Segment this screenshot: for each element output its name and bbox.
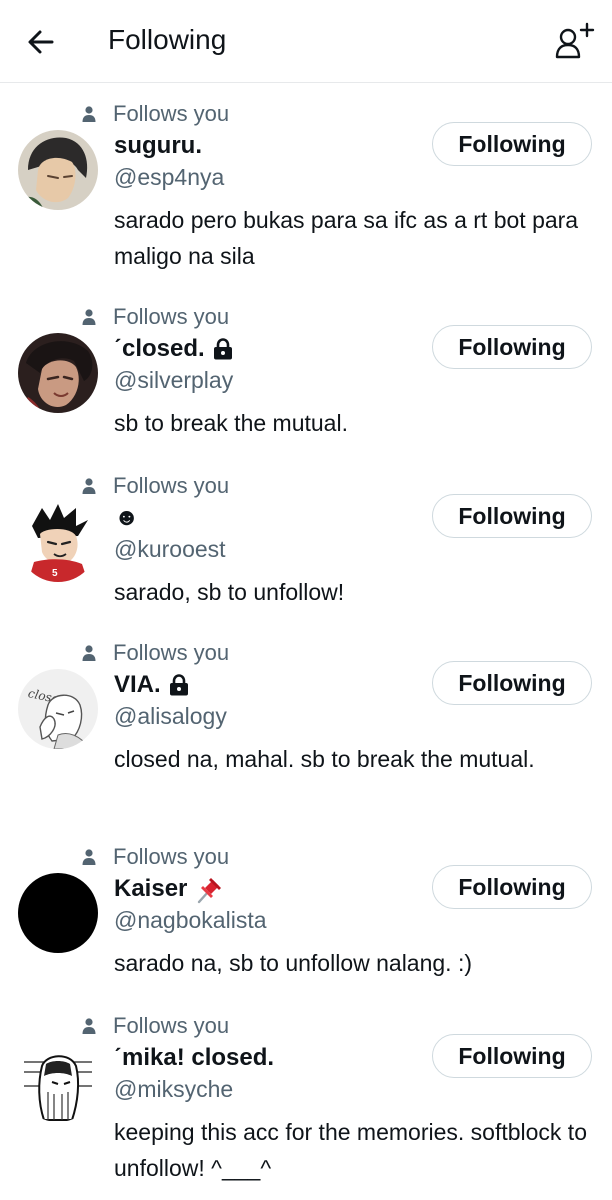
avatar[interactable]: [18, 130, 98, 210]
bio: sarado, sb to unfollow!: [114, 579, 345, 605]
avatar[interactable]: [18, 333, 98, 413]
user-row-kurooest[interactable]: Follows you 5 ☻ @kurooest sarado, sb to …: [0, 472, 612, 612]
follows-you-label: Follows you: [113, 304, 230, 329]
back-button[interactable]: [22, 22, 62, 62]
user-row-esp4nya[interactable]: Follows you suguru. @esp4nya sarado pero…: [0, 100, 612, 275]
lock-icon: [169, 674, 189, 696]
bio: sarado na, sb to unfollow nalang. :): [114, 950, 473, 976]
follows-you-indicator: Follows you: [82, 1012, 229, 1040]
avatar[interactable]: closed: [18, 669, 98, 749]
display-name-row: ˊclosed.: [114, 333, 233, 365]
following-button[interactable]: Following: [432, 865, 592, 909]
following-button[interactable]: Following: [432, 1034, 592, 1078]
username: @kurooest: [114, 536, 226, 562]
username: @alisalogy: [114, 703, 227, 729]
person-icon: [82, 1018, 96, 1034]
display-name-row: VIA.: [114, 669, 189, 701]
avatar[interactable]: 5: [18, 502, 98, 582]
person-icon: [82, 309, 96, 325]
add-user-icon: [555, 22, 595, 59]
following-button[interactable]: Following: [432, 661, 592, 705]
follows-you-label: Follows you: [113, 640, 230, 665]
display-name: ˊmika! closed.: [114, 1044, 275, 1071]
person-icon: [82, 645, 96, 661]
follows-you-label: Follows you: [113, 844, 230, 869]
bio: sarado pero bukas para sa ifc as a rt bo…: [114, 207, 579, 269]
display-name: ☻: [114, 504, 140, 531]
user-row-silverplay[interactable]: Follows you ˊclosed. @silverplay sb to b…: [0, 303, 612, 443]
follows-you-indicator: Follows you: [82, 639, 229, 667]
user-row-miksyche[interactable]: Follows you ˊmika! closed. @miksyche kee…: [0, 1012, 612, 1200]
username: @miksyche: [114, 1076, 234, 1102]
bio: keeping this acc for the memories. softb…: [114, 1119, 587, 1181]
following-button[interactable]: Following: [432, 494, 592, 538]
svg-text:5: 5: [52, 568, 58, 579]
display-name-row: Kaiser: [114, 873, 225, 905]
display-name: suguru.: [114, 132, 202, 159]
display-name-row: ˊmika! closed.: [114, 1042, 274, 1074]
display-name-row: ☻: [114, 502, 139, 534]
follows-you-label: Follows you: [113, 1013, 230, 1038]
person-icon: [82, 849, 96, 865]
following-button[interactable]: Following: [432, 122, 592, 166]
avatar[interactable]: [18, 1042, 98, 1122]
follows-you-label: Follows you: [113, 101, 230, 126]
username: @nagbokalista: [114, 907, 267, 933]
username: @esp4nya: [114, 164, 225, 190]
follows-you-indicator: Follows you: [82, 100, 229, 128]
user-row-alisalogy[interactable]: Follows you closed VIA. @alisalogy close…: [0, 639, 612, 819]
display-name: ˊclosed.: [114, 335, 205, 362]
follows-you-indicator: Follows you: [82, 303, 229, 331]
bio: sb to break the mutual.: [114, 410, 348, 436]
top-bar: Following: [0, 0, 612, 83]
display-name: VIA.: [114, 671, 161, 698]
person-icon: [82, 106, 96, 122]
follows-you-indicator: Follows you: [82, 843, 229, 871]
avatar[interactable]: [18, 873, 98, 953]
user-row-nagbokalista[interactable]: Follows you Kaiser @nagbokalista sarado …: [0, 843, 612, 983]
display-name-row: suguru.: [114, 130, 202, 162]
page-title: Following: [108, 24, 227, 55]
follows-you-indicator: Follows you: [82, 472, 229, 500]
display-name: Kaiser: [114, 875, 188, 902]
pushpin-icon: [195, 874, 225, 904]
arrow-left-icon: [28, 30, 54, 54]
following-button[interactable]: Following: [432, 325, 592, 369]
follows-you-label: Follows you: [113, 473, 230, 498]
add-user-button[interactable]: [554, 22, 598, 62]
lock-icon: [213, 338, 233, 360]
bio: closed na, mahal. sb to break the mutual…: [114, 746, 535, 772]
username: @silverplay: [114, 367, 234, 393]
person-icon: [82, 478, 96, 494]
